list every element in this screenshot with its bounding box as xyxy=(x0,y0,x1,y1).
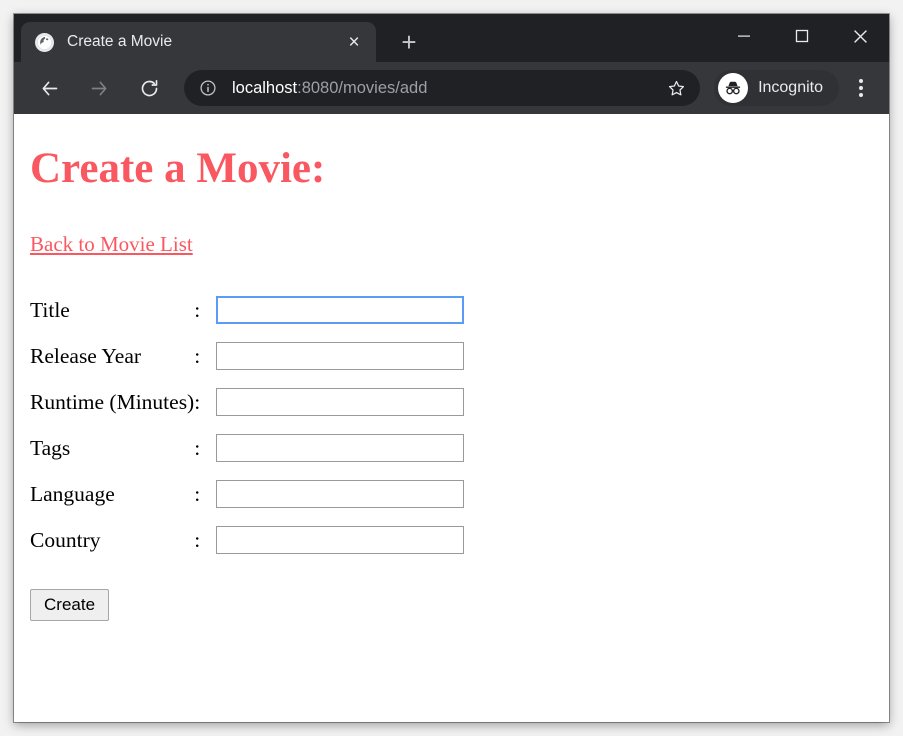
field-label: Country xyxy=(30,527,101,552)
title-input[interactable] xyxy=(216,296,465,325)
form-row: Release Year : xyxy=(30,333,465,379)
create-movie-form: Title : Release Year : Runtime (Minutes)… xyxy=(30,287,465,563)
form-row: Language : xyxy=(30,471,465,517)
incognito-badge[interactable]: Incognito xyxy=(714,70,839,106)
globe-icon xyxy=(35,32,54,52)
window-controls xyxy=(715,14,889,58)
tab-strip: Create a Movie × + xyxy=(14,14,889,62)
reload-icon[interactable] xyxy=(130,69,168,107)
field-label: Tags xyxy=(30,435,71,460)
tab-close-icon[interactable]: × xyxy=(340,28,368,56)
info-circle-icon[interactable] xyxy=(198,78,218,98)
field-colon: : xyxy=(194,343,201,368)
tags-input[interactable] xyxy=(216,434,465,463)
minimize-icon[interactable] xyxy=(715,14,773,58)
field-cell xyxy=(216,379,465,425)
form-row: Country : xyxy=(30,517,465,563)
forward-arrow-icon[interactable] xyxy=(80,69,118,107)
back-to-movie-list-link[interactable]: Back to Movie List xyxy=(30,232,193,257)
field-cell xyxy=(216,517,465,563)
url-path: :8080/movies/add xyxy=(297,78,428,97)
field-label: Runtime (Minutes) xyxy=(30,389,195,414)
field-colon: : xyxy=(194,435,201,460)
close-icon[interactable] xyxy=(831,14,889,58)
field-label: Release Year xyxy=(30,343,142,368)
field-cell xyxy=(216,471,465,517)
browser-toolbar: localhost:8080/movies/add Incognito xyxy=(14,62,889,114)
back-arrow-icon[interactable] xyxy=(30,69,68,107)
maximize-icon[interactable] xyxy=(773,14,831,58)
field-colon: : xyxy=(194,527,201,552)
field-label: Title xyxy=(30,297,70,322)
tab-title: Create a Movie xyxy=(67,33,173,50)
country-input[interactable] xyxy=(216,526,465,555)
new-tab-button[interactable]: + xyxy=(392,25,426,59)
release-year-input[interactable] xyxy=(216,342,465,371)
field-cell xyxy=(216,333,465,379)
star-icon[interactable] xyxy=(660,72,692,104)
incognito-label: Incognito xyxy=(758,79,823,96)
url-text: localhost:8080/movies/add xyxy=(232,79,660,98)
kebab-menu-icon[interactable] xyxy=(843,70,879,106)
field-colon: : xyxy=(194,297,201,322)
runtime-minutes-input[interactable] xyxy=(216,388,465,417)
incognito-hat-glasses-icon xyxy=(718,73,749,103)
language-input[interactable] xyxy=(216,480,465,509)
page-viewport: Create a Movie: Back to Movie List Title… xyxy=(14,114,889,722)
url-host: localhost xyxy=(232,78,298,97)
page-title: Create a Movie: xyxy=(30,145,326,192)
browser-tab[interactable]: Create a Movie × xyxy=(21,22,376,62)
browser-window: Create a Movie × + localhost:8080/movies… xyxy=(14,14,889,722)
field-colon: : xyxy=(194,481,201,506)
field-cell xyxy=(216,287,465,333)
field-colon: : xyxy=(194,389,201,414)
address-bar[interactable]: localhost:8080/movies/add xyxy=(184,70,701,106)
page-content: Create a Movie: Back to Movie List Title… xyxy=(14,114,889,629)
field-cell xyxy=(216,425,465,471)
field-label: Language xyxy=(30,481,115,506)
form-row: Runtime (Minutes) : xyxy=(30,379,465,425)
form-row: Title : xyxy=(30,287,465,333)
create-button[interactable]: Create xyxy=(30,589,110,622)
form-row: Tags : xyxy=(30,425,465,471)
